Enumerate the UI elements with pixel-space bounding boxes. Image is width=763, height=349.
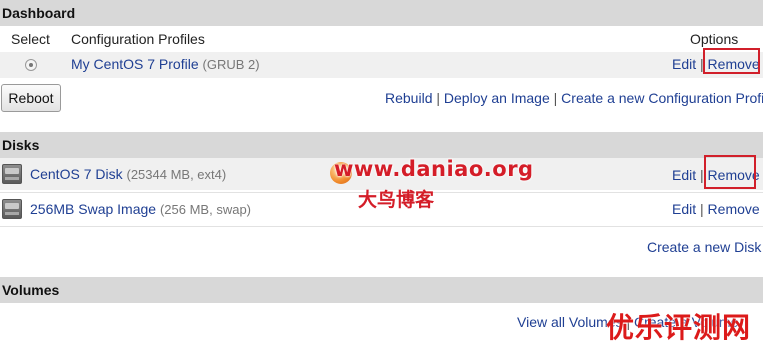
disk-icon	[2, 164, 22, 184]
profile-radio[interactable]	[25, 59, 37, 71]
disk-row-label: CentOS 7 Disk (25344 MB, ext4)	[30, 166, 226, 182]
divider	[0, 226, 763, 227]
separator: |	[436, 90, 441, 106]
deploy-image-link[interactable]: Deploy an Image	[444, 90, 550, 106]
disk-meta: (256 MB, swap)	[159, 202, 252, 217]
highlight-box	[704, 155, 756, 189]
disk-icon	[2, 199, 22, 219]
watermark-corner: 优乐评测网	[606, 311, 752, 344]
reboot-button[interactable]: Reboot	[1, 84, 61, 112]
disk-edit-link[interactable]: Edit	[672, 167, 696, 183]
column-select: Select	[11, 31, 50, 47]
watermark-blog: 大鸟博客	[358, 189, 435, 211]
disk-meta: (25344 MB, ext4)	[126, 167, 227, 182]
disk-edit-link[interactable]: Edit	[672, 201, 696, 217]
column-configuration-profiles: Configuration Profiles	[71, 31, 205, 47]
disk-row-label: 256MB Swap Image (256 MB, swap)	[30, 201, 251, 217]
profile-meta: (GRUB 2)	[202, 57, 260, 72]
dashboard-actions: Rebuild | Deploy an Image | Create a new…	[385, 90, 763, 106]
separator: |	[553, 90, 558, 106]
watermark-url: www.daniao.org	[334, 157, 534, 181]
separator: |	[700, 201, 704, 217]
profile-edit-link[interactable]: Edit	[672, 56, 696, 72]
rebuild-link[interactable]: Rebuild	[385, 90, 432, 106]
disk-link[interactable]: CentOS 7 Disk	[30, 166, 123, 182]
disk-link[interactable]: 256MB Swap Image	[30, 201, 156, 217]
create-profile-link[interactable]: Create a new Configuration Profile	[561, 90, 763, 106]
disk-options: Edit | Remove	[672, 201, 760, 217]
volumes-header: Volumes	[0, 277, 763, 303]
column-options: Options	[690, 31, 739, 47]
disk-remove-link[interactable]: Remove	[708, 201, 760, 217]
create-disk-link[interactable]: Create a new Disk	[647, 239, 761, 255]
profile-row-label: My CentOS 7 Profile (GRUB 2)	[71, 56, 260, 72]
highlight-box	[703, 48, 760, 74]
profile-link[interactable]: My CentOS 7 Profile	[71, 56, 199, 72]
dashboard-header: Dashboard	[0, 0, 763, 26]
disks-header: Disks	[0, 132, 763, 158]
